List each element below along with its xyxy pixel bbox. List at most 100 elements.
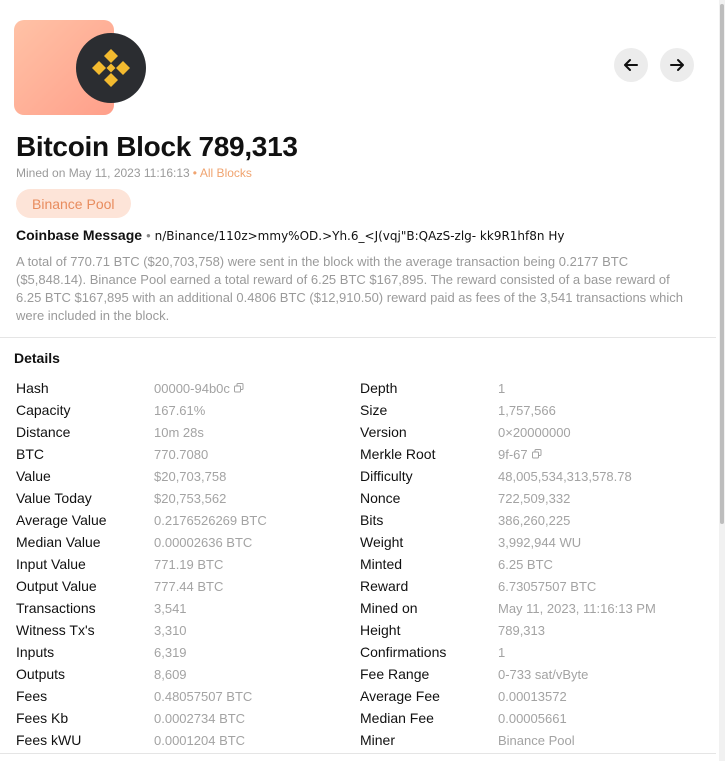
detail-value: 386,260,225 bbox=[498, 512, 571, 528]
all-blocks-link[interactable]: All Blocks bbox=[200, 166, 252, 180]
next-block-button[interactable] bbox=[660, 48, 694, 82]
detail-row-transactions: Transactions 3,541 bbox=[16, 597, 267, 619]
detail-row-merkle-root: Merkle Root 9f-67 bbox=[360, 443, 656, 465]
detail-label: Reward bbox=[360, 578, 409, 594]
detail-label: Outputs bbox=[16, 666, 66, 682]
detail-label: Fees bbox=[16, 688, 48, 704]
detail-value: 6.25 BTC bbox=[498, 556, 553, 572]
detail-label: Output Value bbox=[16, 578, 97, 594]
detail-row-weight: Weight 3,992,944 WU bbox=[360, 531, 656, 553]
block-number: 789,313 bbox=[198, 131, 298, 162]
detail-label: Fees kWU bbox=[16, 732, 82, 748]
detail-row-witness-tx-s: Witness Tx's 3,310 bbox=[16, 619, 267, 641]
details-heading: Details bbox=[14, 350, 60, 366]
detail-label: Value Today bbox=[16, 490, 92, 506]
detail-label: Value bbox=[16, 468, 51, 484]
detail-value: 789,313 bbox=[498, 622, 545, 638]
detail-row-height: Height 789,313 bbox=[360, 619, 656, 641]
detail-value: 770.7080 bbox=[154, 446, 209, 462]
detail-row-mined-on: Mined on May 11, 2023, 11:16:13 PM bbox=[360, 597, 656, 619]
detail-value: 3,541 bbox=[154, 600, 187, 616]
separator-dot: • bbox=[192, 166, 197, 180]
detail-label: Difficulty bbox=[360, 468, 413, 484]
detail-value: 0.00002636 BTC bbox=[154, 534, 253, 550]
detail-label: Nonce bbox=[360, 490, 401, 506]
detail-value: 1 bbox=[498, 644, 506, 660]
binance-logo-icon bbox=[76, 33, 146, 103]
binance-diamond-icon bbox=[92, 49, 130, 87]
detail-row-size: Size 1,757,566 bbox=[360, 399, 656, 421]
scrollbar[interactable] bbox=[719, 0, 725, 761]
detail-row-version: Version 0×20000000 bbox=[360, 421, 656, 443]
detail-value[interactable]: 00000-94b0c bbox=[154, 381, 230, 396]
arrow-left-icon bbox=[624, 59, 638, 71]
detail-row-inputs: Inputs 6,319 bbox=[16, 641, 267, 663]
details-right-column: Depth 1 Size 1,757,566 Version 0×20000000 Merk… bbox=[360, 377, 656, 751]
detail-label: Version bbox=[360, 424, 407, 440]
detail-row-hash: Hash 00000-94b0c bbox=[16, 377, 267, 399]
detail-row-distance: Distance 10m 28s bbox=[16, 421, 267, 443]
detail-label: Witness Tx's bbox=[16, 622, 95, 638]
detail-value: 777.44 BTC bbox=[154, 578, 224, 594]
copy-icon[interactable] bbox=[233, 380, 244, 396]
detail-label: Bits bbox=[360, 512, 384, 528]
detail-value: 0.48057507 BTC bbox=[154, 688, 253, 704]
detail-row-minted: Minted 6.25 BTC bbox=[360, 553, 656, 575]
detail-row-capacity: Capacity 167.61% bbox=[16, 399, 267, 421]
detail-value: 722,509,332 bbox=[498, 490, 571, 506]
detail-row-confirmations: Confirmations 1 bbox=[360, 641, 656, 663]
detail-label: Transactions bbox=[16, 600, 96, 616]
detail-value: 771.19 BTC bbox=[154, 556, 224, 572]
scrollbar-thumb[interactable] bbox=[720, 4, 724, 524]
detail-row-average-value: Average Value 0.2176526269 BTC bbox=[16, 509, 267, 531]
detail-value: Binance Pool bbox=[498, 732, 575, 748]
detail-label: Average Value bbox=[16, 512, 107, 528]
mined-on-text: Mined on May 11, 2023 11:16:13 bbox=[16, 166, 190, 180]
divider bbox=[0, 753, 716, 754]
detail-value: 10m 28s bbox=[154, 424, 204, 440]
detail-row-btc: BTC 770.7080 bbox=[16, 443, 267, 465]
detail-label: Weight bbox=[360, 534, 404, 550]
detail-label: Average Fee bbox=[360, 688, 440, 704]
detail-value: $20,753,562 bbox=[154, 490, 227, 506]
detail-label: Merkle Root bbox=[360, 446, 436, 462]
detail-value[interactable]: 9f-67 bbox=[498, 447, 528, 462]
detail-value: 0.00013572 bbox=[498, 688, 567, 704]
mined-on-line: Mined on May 11, 2023 11:16:13 • All Block… bbox=[16, 166, 252, 180]
detail-value: May 11, 2023, 11:16:13 PM bbox=[498, 600, 656, 616]
coinbase-message: Coinbase Message • n/Binance/110z>mmy%OD.>… bbox=[16, 227, 564, 243]
detail-value: 48,005,534,313,578.78 bbox=[498, 468, 632, 484]
block-summary: A total of 770.71 BTC ($20,703,758) were… bbox=[16, 254, 684, 323]
copy-icon[interactable] bbox=[531, 446, 542, 462]
detail-value: 1 bbox=[498, 380, 506, 396]
coinbase-text: n/Binance/110z>mmy%OD.>Yh.6_<J(vqj"B:QAz… bbox=[154, 229, 565, 243]
detail-row-output-value: Output Value 777.44 BTC bbox=[16, 575, 267, 597]
detail-row-fees: Fees 0.48057507 BTC bbox=[16, 685, 267, 707]
detail-value: 6,319 bbox=[154, 644, 187, 660]
detail-label: Confirmations bbox=[360, 644, 447, 660]
detail-value: 0.00005661 bbox=[498, 710, 567, 726]
detail-label: Capacity bbox=[16, 402, 71, 418]
detail-label: Distance bbox=[16, 424, 71, 440]
detail-row-input-value: Input Value 771.19 BTC bbox=[16, 553, 267, 575]
detail-value: 1,757,566 bbox=[498, 402, 556, 418]
details-left-column: Hash 00000-94b0c Capacity 167.61% Distance 10… bbox=[16, 377, 267, 751]
previous-block-button[interactable] bbox=[614, 48, 648, 82]
detail-value: 0×20000000 bbox=[498, 424, 571, 440]
detail-value: 167.61% bbox=[154, 402, 206, 418]
detail-value: $20,703,758 bbox=[154, 468, 227, 484]
detail-value: 0-733 sat/vByte bbox=[498, 666, 589, 682]
detail-label: Depth bbox=[360, 380, 398, 396]
detail-value: 3,310 bbox=[154, 622, 187, 638]
detail-value: 0.2176526269 BTC bbox=[154, 512, 267, 528]
detail-label: Fees Kb bbox=[16, 710, 69, 726]
detail-label: Mined on bbox=[360, 600, 418, 616]
detail-label: Height bbox=[360, 622, 401, 638]
pool-badge[interactable]: Binance Pool bbox=[16, 189, 131, 218]
detail-label: Minted bbox=[360, 556, 403, 572]
arrow-right-icon bbox=[670, 59, 684, 71]
detail-label: BTC bbox=[16, 446, 44, 462]
detail-row-depth: Depth 1 bbox=[360, 377, 656, 399]
detail-row-median-fee: Median Fee 0.00005661 bbox=[360, 707, 656, 729]
detail-value: 0.0002734 BTC bbox=[154, 710, 246, 726]
